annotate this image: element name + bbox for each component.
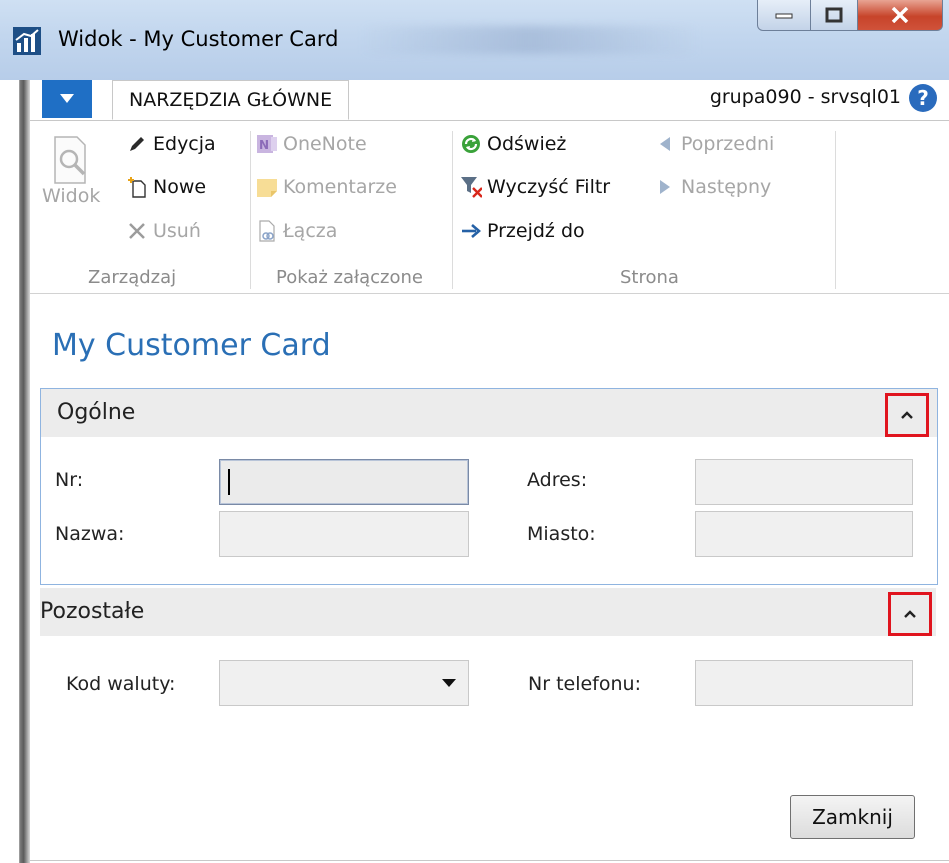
ribbon-separator — [452, 131, 453, 289]
links-label: Łącza — [283, 220, 338, 242]
collapse-general-button[interactable] — [885, 393, 929, 437]
name-input[interactable] — [219, 511, 469, 557]
maximize-button[interactable] — [811, 0, 858, 31]
delete-button[interactable]: Usuń — [126, 220, 201, 242]
currency-select[interactable] — [219, 660, 469, 706]
field-label-address: Adres: — [527, 469, 588, 491]
no-input[interactable] — [219, 459, 469, 505]
chevron-up-icon — [901, 411, 913, 419]
delete-x-icon — [129, 223, 145, 239]
triangle-left-icon — [660, 137, 670, 151]
close-icon — [891, 7, 909, 23]
group-label-page: Strona — [620, 267, 679, 288]
svg-text:N: N — [259, 138, 269, 152]
clear-filter-button[interactable]: Wyczyść Filtr — [460, 176, 610, 198]
onenote-icon: N — [257, 135, 277, 153]
edge-shadow — [14, 80, 30, 863]
ribbon: Widok Edycja Nowe Usuń Zarządzaj N OneNo… — [30, 121, 949, 294]
field-label-city: Miasto: — [527, 523, 596, 545]
dropdown-arrow-icon — [442, 679, 456, 687]
phone-input[interactable] — [695, 660, 913, 706]
server-label: grupa090 - srvsql01 — [709, 86, 901, 108]
view-label: Widok — [42, 185, 101, 207]
maximize-icon — [825, 7, 843, 23]
minimize-icon — [775, 13, 793, 19]
ribbon-separator — [835, 131, 836, 289]
next-button[interactable]: Następny — [654, 176, 771, 198]
triangle-right-icon — [660, 180, 670, 194]
window-bottom-border — [30, 860, 949, 861]
delete-label: Usuń — [153, 220, 201, 242]
new-label: Nowe — [153, 176, 207, 198]
new-document-icon — [128, 177, 146, 198]
help-icon[interactable]: ? — [909, 84, 937, 112]
section-general: Ogólne Nr: Nazwa: Adres: Miasto: — [40, 388, 938, 585]
group-label-manage: Zarządzaj — [88, 267, 177, 288]
view-document-icon — [54, 136, 86, 184]
arrow-right-icon — [462, 224, 481, 238]
comments-button[interactable]: Komentarze — [256, 176, 397, 198]
tab-home[interactable]: NARZĘDZIA GŁÓWNE — [112, 80, 350, 120]
field-label-name: Nazwa: — [55, 523, 125, 545]
previous-label: Poprzedni — [681, 133, 775, 155]
refresh-label: Odśwież — [487, 133, 567, 155]
clear-filter-label: Wyczyść Filtr — [487, 176, 611, 198]
app-icon — [13, 27, 41, 55]
note-icon — [257, 179, 277, 197]
section-other-title: Pozostałe — [40, 599, 145, 624]
address-input[interactable] — [695, 459, 913, 505]
refresh-button[interactable]: Odśwież — [460, 133, 566, 155]
page-title: My Customer Card — [52, 328, 331, 363]
app-menu-button[interactable] — [42, 80, 92, 118]
minimize-button[interactable] — [757, 0, 811, 31]
pencil-icon — [130, 137, 144, 151]
ribbon-tab-row: NARZĘDZIA GŁÓWNE grupa090 - srvsql01 ? — [30, 80, 949, 121]
window-title: Widok - My Customer Card — [58, 27, 339, 51]
refresh-icon — [462, 135, 480, 153]
city-input[interactable] — [695, 511, 913, 557]
close-button[interactable]: Zamknij — [790, 795, 915, 839]
ribbon-separator — [250, 131, 251, 289]
chevron-up-icon — [904, 610, 916, 618]
text-caret — [228, 469, 230, 495]
window-left-edge — [0, 80, 30, 863]
field-label-phone: Nr telefonu: — [528, 673, 641, 695]
view-button[interactable]: Widok — [42, 135, 100, 207]
new-button[interactable]: Nowe — [126, 176, 206, 198]
title-bar: Widok - My Customer Card — [0, 0, 949, 80]
edit-label: Edycja — [153, 133, 216, 155]
customer-card-window: Widok - My Customer Card NARZĘDZIA GŁÓWN… — [0, 0, 949, 863]
close-window-button[interactable] — [858, 0, 943, 31]
field-label-currency: Kod waluty: — [66, 673, 176, 695]
onenote-button[interactable]: N OneNote — [256, 133, 367, 155]
section-other: Pozostałe — [40, 588, 936, 636]
section-general-title: Ogólne — [57, 400, 136, 425]
comments-label: Komentarze — [283, 176, 397, 198]
section-general-header[interactable]: Ogólne — [41, 389, 937, 437]
collapse-other-button[interactable] — [888, 592, 932, 636]
clear-filter-icon — [461, 177, 482, 198]
dropdown-triangle-icon — [60, 94, 74, 103]
next-label: Następny — [681, 176, 772, 198]
window-controls — [757, 0, 943, 44]
previous-button[interactable]: Poprzedni — [654, 133, 774, 155]
goto-button[interactable]: Przejdź do — [460, 220, 585, 242]
onenote-label: OneNote — [283, 133, 367, 155]
blurred-title-area — [360, 26, 700, 54]
section-other-header[interactable]: Pozostałe — [40, 588, 936, 636]
edit-button[interactable]: Edycja — [126, 133, 216, 155]
links-button[interactable]: Łącza — [256, 220, 337, 242]
field-label-no: Nr: — [55, 469, 84, 491]
goto-label: Przejdź do — [487, 220, 585, 242]
group-label-attachments: Pokaż załączone — [276, 267, 423, 288]
link-document-icon — [259, 220, 275, 242]
